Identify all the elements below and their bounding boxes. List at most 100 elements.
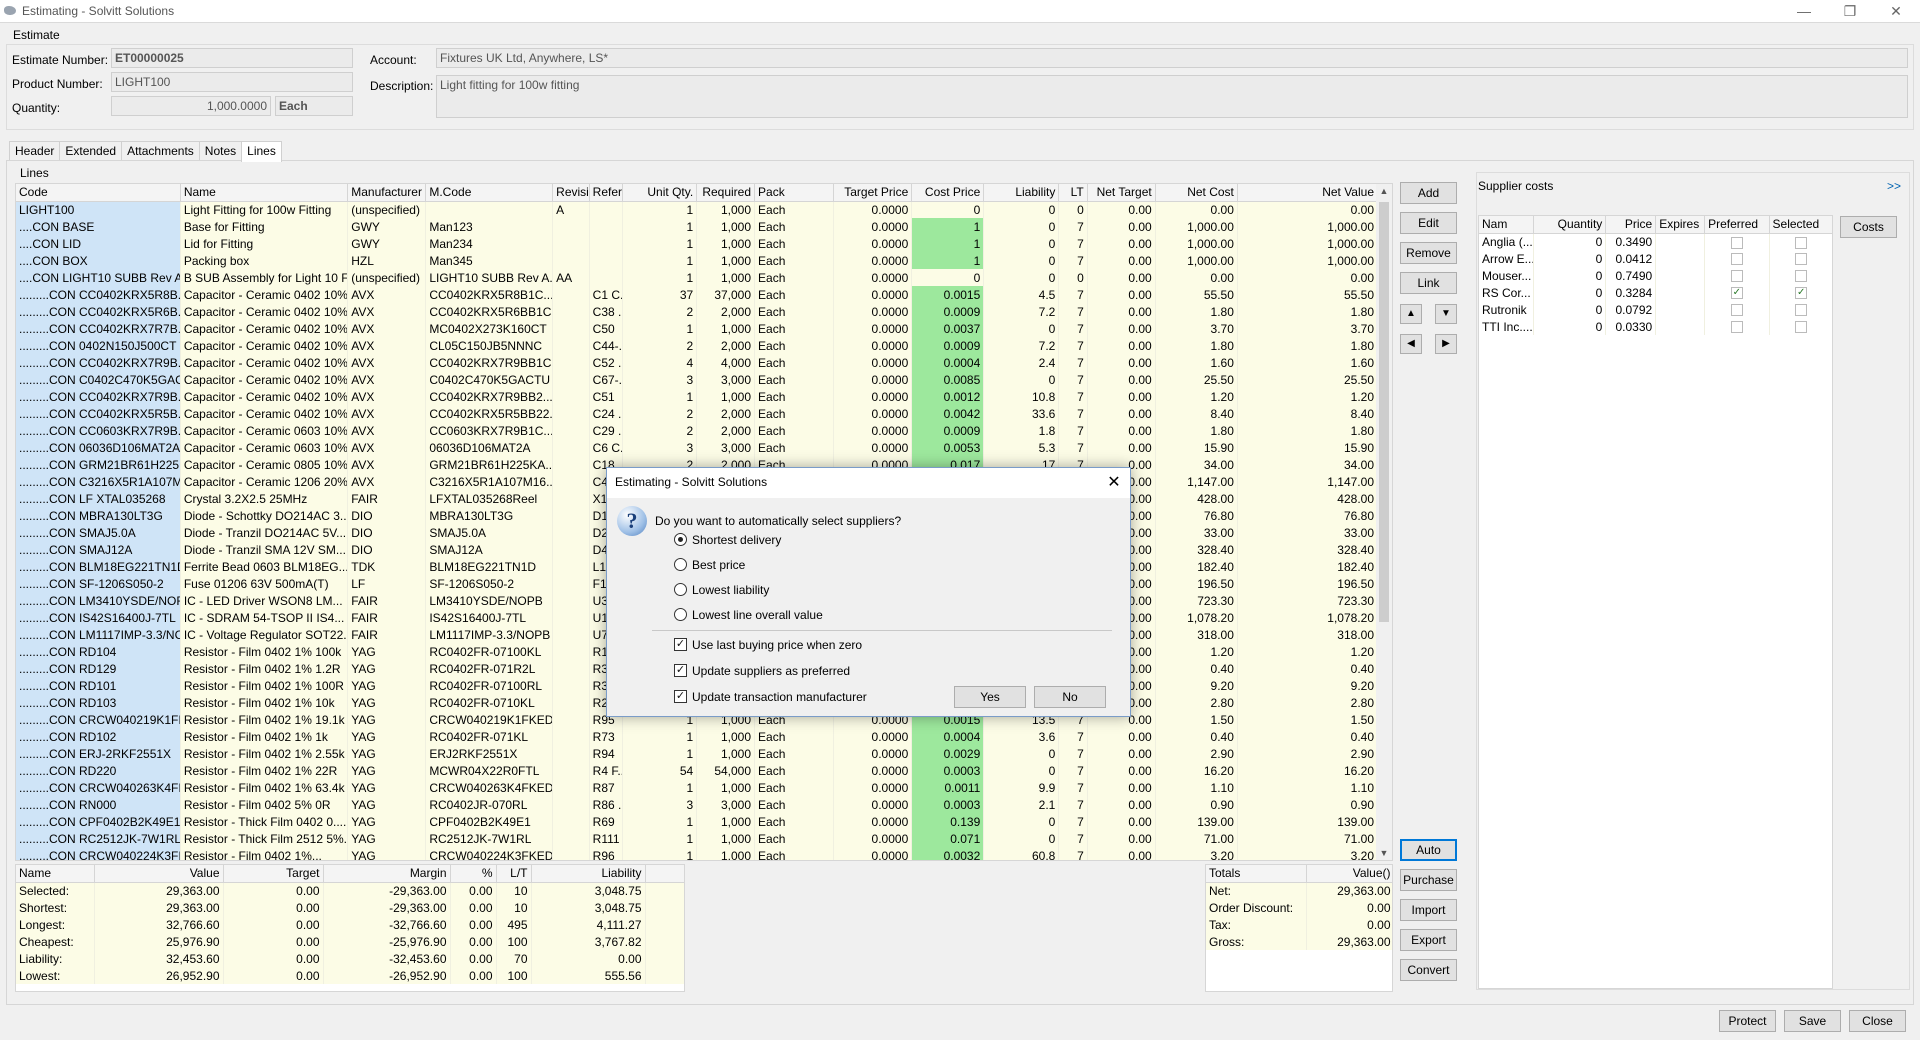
column-header[interactable]: Net Value (1237, 184, 1379, 202)
column-header[interactable]: Quantity (1533, 216, 1607, 234)
table-row[interactable]: ....CON BOX Packing box HZL Man345 1 1,000 Eac… (16, 252, 1379, 269)
supplier-grid[interactable]: Nam Quantity Price Expires Preferred Selected… (1478, 215, 1833, 989)
supplier-selected-checkbox[interactable]: ✓ (1795, 287, 1808, 300)
expand-icon[interactable]: >> (1887, 179, 1901, 193)
column-header[interactable]: Net Target (1087, 184, 1156, 202)
supplier-selected-checkbox[interactable] (1795, 236, 1808, 249)
column-header[interactable]: Preferred (1704, 216, 1770, 234)
column-header[interactable]: Revisi (552, 184, 590, 202)
table-row[interactable]: .........CON CC0402KRX7R9B... Capacitor -… (16, 354, 1379, 371)
tab-header[interactable]: Header (9, 141, 61, 160)
close-icon[interactable]: ✕ (1873, 0, 1919, 22)
no-button[interactable]: No (1034, 686, 1106, 708)
table-row[interactable]: .........CON ERJ-2RKF2551X Resistor - Fil… (16, 745, 1379, 762)
table-row[interactable]: .........CON CPF0402B2K49E1 Resistor - Th… (16, 813, 1379, 830)
column-header[interactable]: Name (180, 184, 349, 202)
purchase-button[interactable]: Purchase (1400, 869, 1457, 891)
tab-extended[interactable]: Extended (59, 141, 123, 160)
table-row[interactable]: .........CON CRCW040224K3FI... Resistor -… (16, 847, 1379, 860)
lines-vertical-scrollbar[interactable]: ▲ ▼ (1376, 184, 1392, 860)
move-right-icon[interactable]: ▶ (1435, 334, 1457, 354)
column-header[interactable]: Cost Price (911, 184, 985, 202)
column-header[interactable]: Expires (1655, 216, 1706, 234)
supplier-preferred-checkbox[interactable] (1730, 236, 1743, 249)
column-header[interactable]: Target Price (833, 184, 913, 202)
move-down-icon[interactable]: ▼ (1435, 304, 1457, 324)
table-row[interactable]: .........CON CC0402KRX5R8B... Capacitor -… (16, 286, 1379, 303)
column-header[interactable]: Pack (754, 184, 835, 202)
supplier-selected-checkbox[interactable] (1795, 321, 1808, 334)
supplier-preferred-checkbox[interactable] (1730, 253, 1743, 266)
radio-label-lowest-line-value[interactable]: Lowest line overall value (692, 608, 823, 622)
column-header[interactable]: LT (1058, 184, 1088, 202)
add-button[interactable]: Add (1400, 182, 1457, 204)
costs-button[interactable]: Costs (1840, 216, 1897, 238)
remove-button[interactable]: Remove (1400, 242, 1457, 264)
supplier-row[interactable]: RS Cor... 0 0.3284 ✓ ✓ (1479, 284, 1832, 301)
column-header[interactable]: Selected (1769, 216, 1832, 234)
column-header[interactable]: Code (16, 184, 181, 202)
table-row[interactable]: ....CON LID Lid for Fitting GWY Man234 1 1,00… (16, 235, 1379, 252)
close-button[interactable]: Close (1849, 1010, 1906, 1032)
supplier-row[interactable]: Rutronik 0 0.0792 (1479, 301, 1832, 318)
yes-button[interactable]: Yes (954, 686, 1026, 708)
description-field[interactable]: Light fitting for 100w fitting (436, 75, 1908, 118)
protect-button[interactable]: Protect (1719, 1010, 1776, 1032)
save-button[interactable]: Save (1784, 1010, 1841, 1032)
checkbox-label-last-buying-price[interactable]: Use last buying price when zero (692, 638, 862, 652)
account-field[interactable]: Fixtures UK Ltd, Anywhere, LS* (436, 48, 1908, 68)
import-button[interactable]: Import (1400, 899, 1457, 921)
table-row[interactable]: .........CON RC2512JK-7W1RL Resistor - Th… (16, 830, 1379, 847)
supplier-selected-checkbox[interactable] (1795, 304, 1808, 317)
table-row[interactable]: .........CON 06036D106MAT2A Capacitor - C… (16, 439, 1379, 456)
move-left-icon[interactable]: ◀ (1400, 334, 1422, 354)
supplier-preferred-checkbox[interactable]: ✓ (1730, 287, 1743, 300)
convert-button[interactable]: Convert (1400, 959, 1457, 981)
column-header[interactable]: Refere (589, 184, 624, 202)
table-row[interactable]: .........CON RD220 Resistor - Film 0402 1… (16, 762, 1379, 779)
supplier-preferred-checkbox[interactable] (1730, 321, 1743, 334)
table-row[interactable]: ....CON LIGHT10 SUBB Rev AA B SUB Assembl… (16, 269, 1379, 286)
product-number-field[interactable]: LIGHT100 (111, 72, 353, 92)
auto-button[interactable]: Auto (1400, 839, 1457, 861)
supplier-row[interactable]: TTI Inc.... 0 0.0330 (1479, 318, 1832, 335)
radio-best-price[interactable] (674, 558, 687, 571)
table-row[interactable]: .........CON CC0402KRX5R5B... Capacitor -… (16, 405, 1379, 422)
radio-label-lowest-liability[interactable]: Lowest liability (692, 583, 769, 597)
table-row[interactable]: .........CON C0402C470K5GAC... Capacitor … (16, 371, 1379, 388)
table-row[interactable]: .........CON CC0402KRX7R7B... Capacitor -… (16, 320, 1379, 337)
maximize-icon[interactable]: ❐ (1827, 0, 1873, 22)
link-button[interactable]: Link (1400, 272, 1457, 294)
radio-lowest-liability[interactable] (674, 583, 687, 596)
table-row[interactable]: .........CON CC0402KRX5R6B... Capacitor -… (16, 303, 1379, 320)
estimate-number-field[interactable]: ET00000025 (111, 48, 353, 68)
column-header[interactable]: Net Cost (1155, 184, 1238, 202)
column-header[interactable]: Liability (983, 184, 1060, 202)
tab-lines[interactable]: Lines (241, 141, 282, 162)
column-header[interactable]: Unit Qty. (622, 184, 698, 202)
supplier-selected-checkbox[interactable] (1795, 270, 1808, 283)
supplier-preferred-checkbox[interactable] (1730, 304, 1743, 317)
column-header[interactable]: M.Code (425, 184, 554, 202)
supplier-row[interactable]: Anglia (... 0 0.3490 (1479, 233, 1832, 250)
table-row[interactable]: .........CON CC0402KRX7R9B... Capacitor -… (16, 388, 1379, 405)
uom-field[interactable]: Each (275, 96, 353, 116)
move-up-icon[interactable]: ▲ (1400, 304, 1422, 324)
table-row[interactable]: .........CON RD102 Resistor - Film 0402 1… (16, 728, 1379, 745)
radio-label-shortest-delivery[interactable]: Shortest delivery (692, 533, 781, 547)
table-row[interactable]: .........CON CC0603KRX7R9B... Capacitor -… (16, 422, 1379, 439)
table-row[interactable]: .........CON RN000 Resistor - Film 0402 5… (16, 796, 1379, 813)
radio-lowest-line-value[interactable] (674, 608, 687, 621)
table-row[interactable]: .........CON CRCW040263K4FI... Resistor -… (16, 779, 1379, 796)
checkbox-suppliers-preferred[interactable]: ✓ (674, 664, 687, 677)
tab-attachments[interactable]: Attachments (121, 141, 200, 160)
dialog-close-icon[interactable]: ✕ (1104, 472, 1124, 492)
checkbox-last-buying-price[interactable]: ✓ (674, 638, 687, 651)
tab-notes[interactable]: Notes (198, 141, 243, 160)
column-header[interactable]: Required (696, 184, 756, 202)
minimize-icon[interactable]: — (1781, 0, 1827, 22)
checkbox-label-suppliers-preferred[interactable]: Update suppliers as preferred (692, 664, 850, 678)
supplier-row[interactable]: Mouser... 0 0.7490 (1479, 267, 1832, 284)
checkbox-label-update-manufacturer[interactable]: Update transaction manufacturer (692, 690, 867, 704)
export-button[interactable]: Export (1400, 929, 1457, 951)
